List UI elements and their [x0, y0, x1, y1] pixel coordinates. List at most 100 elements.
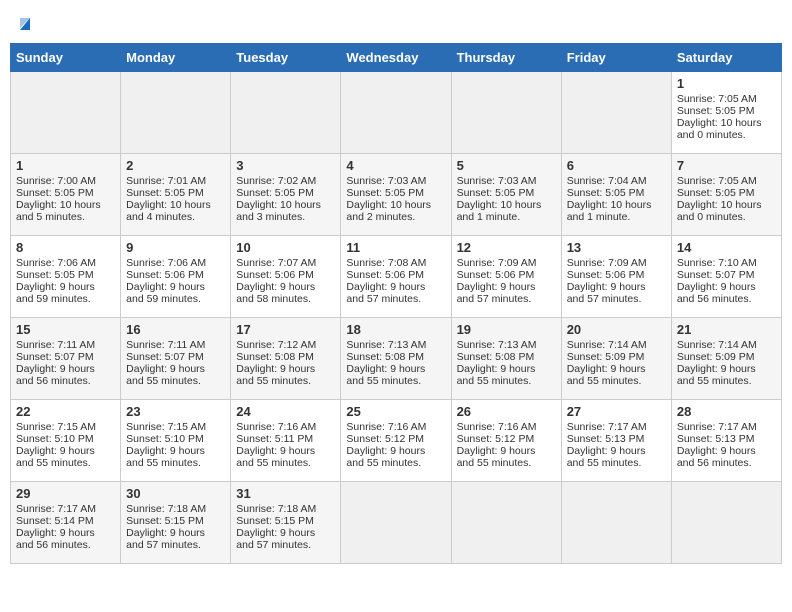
daylight-text: Daylight: 9 hours and 56 minutes.	[677, 445, 776, 469]
calendar-cell: 25Sunrise: 7:16 AMSunset: 5:12 PMDayligh…	[341, 400, 451, 482]
sunset-text: Sunset: 5:09 PM	[677, 351, 776, 363]
calendar-week-row: 1Sunrise: 7:00 AMSunset: 5:05 PMDaylight…	[11, 154, 782, 236]
calendar-cell: 26Sunrise: 7:16 AMSunset: 5:12 PMDayligh…	[451, 400, 561, 482]
sunset-text: Sunset: 5:06 PM	[457, 269, 556, 281]
sunrise-text: Sunrise: 7:16 AM	[457, 421, 556, 433]
calendar-cell: 28Sunrise: 7:17 AMSunset: 5:13 PMDayligh…	[671, 400, 781, 482]
day-number: 15	[16, 322, 115, 337]
daylight-text: Daylight: 9 hours and 55 minutes.	[126, 445, 225, 469]
daylight-text: Daylight: 9 hours and 57 minutes.	[126, 527, 225, 551]
sunset-text: Sunset: 5:06 PM	[567, 269, 666, 281]
calendar-cell	[451, 482, 561, 564]
daylight-text: Daylight: 9 hours and 56 minutes.	[677, 281, 776, 305]
calendar-cell: 24Sunrise: 7:16 AMSunset: 5:11 PMDayligh…	[231, 400, 341, 482]
calendar-header-row: SundayMondayTuesdayWednesdayThursdayFrid…	[11, 44, 782, 72]
day-number: 29	[16, 486, 115, 501]
sunset-text: Sunset: 5:06 PM	[236, 269, 335, 281]
sunrise-text: Sunrise: 7:15 AM	[126, 421, 225, 433]
sunrise-text: Sunrise: 7:15 AM	[16, 421, 115, 433]
sunrise-text: Sunrise: 7:06 AM	[16, 257, 115, 269]
sunrise-text: Sunrise: 7:17 AM	[677, 421, 776, 433]
calendar-cell: 9Sunrise: 7:06 AMSunset: 5:06 PMDaylight…	[121, 236, 231, 318]
daylight-text: Daylight: 9 hours and 57 minutes.	[567, 281, 666, 305]
calendar-cell	[561, 72, 671, 154]
sunrise-text: Sunrise: 7:04 AM	[567, 175, 666, 187]
sunrise-text: Sunrise: 7:18 AM	[126, 503, 225, 515]
sunset-text: Sunset: 5:08 PM	[457, 351, 556, 363]
day-number: 16	[126, 322, 225, 337]
calendar-cell	[561, 482, 671, 564]
sunrise-text: Sunrise: 7:05 AM	[677, 93, 776, 105]
sunset-text: Sunset: 5:10 PM	[126, 433, 225, 445]
sunrise-text: Sunrise: 7:17 AM	[567, 421, 666, 433]
page-header	[10, 10, 782, 37]
day-header-saturday: Saturday	[671, 44, 781, 72]
sunrise-text: Sunrise: 7:06 AM	[126, 257, 225, 269]
daylight-text: Daylight: 9 hours and 55 minutes.	[236, 363, 335, 387]
sunrise-text: Sunrise: 7:09 AM	[457, 257, 556, 269]
calendar-week-row: 22Sunrise: 7:15 AMSunset: 5:10 PMDayligh…	[11, 400, 782, 482]
daylight-text: Daylight: 10 hours and 1 minute.	[567, 199, 666, 223]
logo-icon	[16, 14, 34, 32]
calendar-cell: 16Sunrise: 7:11 AMSunset: 5:07 PMDayligh…	[121, 318, 231, 400]
day-number: 5	[457, 158, 556, 173]
sunset-text: Sunset: 5:05 PM	[16, 269, 115, 281]
calendar-cell: 8Sunrise: 7:06 AMSunset: 5:05 PMDaylight…	[11, 236, 121, 318]
day-number: 3	[236, 158, 335, 173]
daylight-text: Daylight: 9 hours and 55 minutes.	[16, 445, 115, 469]
calendar-cell: 14Sunrise: 7:10 AMSunset: 5:07 PMDayligh…	[671, 236, 781, 318]
calendar-cell	[451, 72, 561, 154]
calendar-cell: 1Sunrise: 7:00 AMSunset: 5:05 PMDaylight…	[11, 154, 121, 236]
sunset-text: Sunset: 5:06 PM	[346, 269, 445, 281]
sunrise-text: Sunrise: 7:10 AM	[677, 257, 776, 269]
calendar-cell: 3Sunrise: 7:02 AMSunset: 5:05 PMDaylight…	[231, 154, 341, 236]
day-number: 31	[236, 486, 335, 501]
day-number: 13	[567, 240, 666, 255]
sunrise-text: Sunrise: 7:07 AM	[236, 257, 335, 269]
sunrise-text: Sunrise: 7:08 AM	[346, 257, 445, 269]
day-number: 4	[346, 158, 445, 173]
calendar-cell	[671, 482, 781, 564]
sunset-text: Sunset: 5:13 PM	[677, 433, 776, 445]
sunset-text: Sunset: 5:07 PM	[126, 351, 225, 363]
day-number: 26	[457, 404, 556, 419]
daylight-text: Daylight: 9 hours and 59 minutes.	[16, 281, 115, 305]
calendar-cell: 6 Sunrise: 7:04 AMSunset: 5:05 PMDaylight…	[561, 154, 671, 236]
day-number: 27	[567, 404, 666, 419]
day-number: 1	[16, 158, 115, 173]
sunset-text: Sunset: 5:05 PM	[126, 187, 225, 199]
calendar-week-row: 8Sunrise: 7:06 AMSunset: 5:05 PMDaylight…	[11, 236, 782, 318]
day-number: 25	[346, 404, 445, 419]
sunset-text: Sunset: 5:08 PM	[346, 351, 445, 363]
calendar-cell: 18Sunrise: 7:13 AMSunset: 5:08 PMDayligh…	[341, 318, 451, 400]
day-header-friday: Friday	[561, 44, 671, 72]
daylight-text: Daylight: 9 hours and 56 minutes.	[16, 363, 115, 387]
sunset-text: Sunset: 5:05 PM	[567, 187, 666, 199]
day-number: 24	[236, 404, 335, 419]
calendar-cell: 31Sunrise: 7:18 AMSunset: 5:15 PMDayligh…	[231, 482, 341, 564]
calendar-cell: 23Sunrise: 7:15 AMSunset: 5:10 PMDayligh…	[121, 400, 231, 482]
daylight-text: Daylight: 9 hours and 55 minutes.	[457, 445, 556, 469]
day-number: 6	[567, 158, 666, 173]
sunset-text: Sunset: 5:05 PM	[16, 187, 115, 199]
calendar-cell: 21Sunrise: 7:14 AMSunset: 5:09 PMDayligh…	[671, 318, 781, 400]
daylight-text: Daylight: 9 hours and 55 minutes.	[567, 363, 666, 387]
sunrise-text: Sunrise: 7:05 AM	[677, 175, 776, 187]
sunset-text: Sunset: 5:05 PM	[677, 105, 776, 117]
calendar-cell	[11, 72, 121, 154]
sunset-text: Sunset: 5:05 PM	[236, 187, 335, 199]
day-number: 7	[677, 158, 776, 173]
calendar-table: SundayMondayTuesdayWednesdayThursdayFrid…	[10, 43, 782, 564]
sunset-text: Sunset: 5:14 PM	[16, 515, 115, 527]
sunset-text: Sunset: 5:15 PM	[236, 515, 335, 527]
day-number: 14	[677, 240, 776, 255]
sunset-text: Sunset: 5:08 PM	[236, 351, 335, 363]
daylight-text: Daylight: 9 hours and 58 minutes.	[236, 281, 335, 305]
calendar-cell	[341, 482, 451, 564]
calendar-cell	[341, 72, 451, 154]
day-number: 17	[236, 322, 335, 337]
calendar-cell: 27Sunrise: 7:17 AMSunset: 5:13 PMDayligh…	[561, 400, 671, 482]
sunrise-text: Sunrise: 7:14 AM	[567, 339, 666, 351]
sunrise-text: Sunrise: 7:09 AM	[567, 257, 666, 269]
calendar-cell: 2Sunrise: 7:01 AMSunset: 5:05 PMDaylight…	[121, 154, 231, 236]
